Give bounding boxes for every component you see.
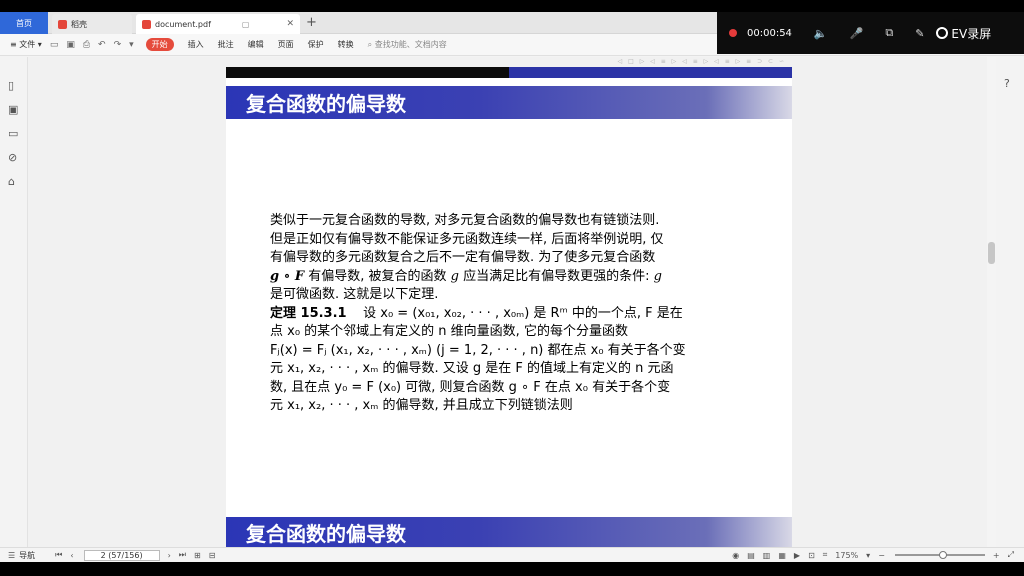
tab-insert[interactable]: 插入	[188, 39, 204, 50]
slide-title-bar: 复合函数的偏导数	[226, 86, 792, 119]
zoom-out-icon[interactable]: −	[878, 551, 885, 560]
scrollbar-thumb[interactable]	[988, 242, 995, 264]
save-icon[interactable]: ▣	[66, 40, 75, 50]
slide-nav-symbols: ◁ □ ▷ ◁ ≡ ▷ ◁ ≡ ▷ ◁ ≡ ▷ ≡ ⊃ ⊂ ∽	[617, 58, 786, 65]
next-slide-title-bar: 复合函数的偏导数	[226, 517, 792, 547]
file-menu[interactable]: ≡ 文件 ▾	[10, 39, 42, 50]
continuous-icon[interactable]: ▦	[778, 551, 786, 560]
composite-symbol: g ∘ F	[270, 268, 305, 284]
status-bar: ☰ 导航 ⏮ ‹ 2 (57/156) › ⏭ ⊞ ⊟ ◉ ▤ ▥ ▦ ▶ ⊡ …	[0, 547, 1024, 562]
page-number-input[interactable]: 2 (57/156)	[83, 549, 160, 561]
tab-protect[interactable]: 保护	[308, 39, 324, 50]
theorem-line: 数, 且在点 y₀ = F (x₀) 可微, 则复合函数 g ∘ F 在点 x₀…	[270, 379, 671, 395]
crop-icon[interactable]: ⌗	[823, 550, 828, 560]
tab-home-label: 首页	[16, 18, 32, 28]
pdf-app-window: 首页 稻壳 document.pdf ▢ ✕ + ≡ 文件 ▾ ▭ ▣ ⎙ ↶ ↷ …	[0, 12, 1024, 562]
record-indicator-icon	[729, 29, 737, 37]
single-page-icon[interactable]: ▤	[747, 551, 755, 560]
nav-panel-icon[interactable]: ☰	[8, 551, 15, 560]
theorem-line: 定理 15.3.1 设 x₀ = (x₀₁, x₀₂, · · · , x₀ₘ)…	[270, 305, 683, 321]
paragraph-line: 类似于一元复合函数的导数, 对多元复合函数的偏导数也有链锁法则.	[270, 213, 660, 228]
pdf-icon	[142, 19, 151, 29]
comment-icon[interactable]: ▭	[8, 127, 18, 140]
folder-icon[interactable]: ▭	[50, 40, 59, 50]
more-icon[interactable]: ▾	[129, 40, 134, 50]
tab-document-label: document.pdf	[155, 19, 211, 29]
tab-convert[interactable]: 转换	[338, 39, 354, 50]
next-pdf-page: 复合函数的偏导数	[226, 499, 792, 547]
pdf-page: ◁ □ ▷ ◁ ≡ ▷ ◁ ≡ ▷ ◁ ≡ ▷ ≡ ⊃ ⊂ ∽ 复合函数的偏导数…	[226, 58, 792, 518]
theorem-label: 定理 15.3.1	[270, 305, 347, 321]
right-sidebar: ?	[996, 57, 1024, 547]
zoom-slider-handle[interactable]	[938, 551, 947, 559]
first-page-icon[interactable]: ⏮	[55, 550, 62, 560]
zoom-value[interactable]: 175%	[835, 551, 858, 560]
tab-docer[interactable]: 稻壳	[52, 14, 132, 34]
zoom-dropdown-icon[interactable]: ▾	[866, 551, 870, 560]
speaker-icon[interactable]: 🔈	[814, 27, 828, 40]
pen-icon[interactable]: ✎	[915, 27, 924, 40]
bookmark-icon[interactable]: ▯	[8, 79, 14, 92]
screen: 首页 稻壳 document.pdf ▢ ✕ + ≡ 文件 ▾ ▭ ▣ ⎙ ↶ ↷ …	[0, 0, 1024, 576]
prev-page-icon[interactable]: ‹	[70, 551, 73, 560]
theorem-line: 元 x₁, x₂, · · · , xₘ 的偏导数. 又设 g 是在 F 的值域…	[270, 361, 674, 376]
vertical-scrollbar[interactable]	[987, 57, 996, 547]
theorem-line: 点 x₀ 的某个邻域上有定义的 n 维向量函数, 它的每个分量函数	[270, 324, 628, 339]
zoom-slider[interactable]	[894, 551, 985, 559]
paragraph-line: 但是正如仅有偏导数不能保证多元函数连续一样, 后面将举例说明, 仅	[270, 231, 664, 247]
new-tab-button[interactable]: +	[306, 15, 317, 30]
menu-icon: ≡	[10, 40, 20, 49]
tab-docer-label: 稻壳	[71, 19, 87, 29]
fit-icon[interactable]: ⊡	[808, 551, 815, 560]
undo-icon[interactable]: ↶	[98, 40, 106, 50]
tab-page[interactable]: 页面	[278, 39, 294, 50]
chevron-down-icon: ▾	[35, 40, 42, 49]
attachment-icon[interactable]: ⊘	[8, 151, 17, 164]
pin-icon[interactable]: ▢	[242, 20, 250, 29]
close-tab-icon[interactable]: ✕	[286, 19, 294, 29]
recorder-brand-label: EV录屏	[951, 26, 992, 41]
nav-label[interactable]: 导航	[19, 550, 35, 561]
next-page-icon[interactable]: ›	[168, 551, 171, 560]
rotate-icon[interactable]: ⊞	[194, 551, 201, 560]
print-icon[interactable]: ⎙	[83, 40, 90, 50]
search-box[interactable]: ⌕ 查找功能、文档内容	[368, 39, 447, 50]
window-icon[interactable]: ⧉	[885, 26, 893, 40]
microphone-icon[interactable]: 🎤	[850, 27, 864, 40]
theorem-line: Fⱼ(x) = Fⱼ (x₁, x₂, · · · , xₘ) (j = 1, …	[270, 342, 686, 358]
slide-body: 类似于一元复合函数的导数, 对多元复合函数的偏导数也有链锁法则. 但是正如仅有偏…	[270, 212, 752, 416]
top-nav-strip	[226, 67, 792, 78]
thumbnail-icon[interactable]: ▣	[8, 103, 18, 116]
paragraph-line: 是可微函数. 这就是以下定理.	[270, 287, 439, 302]
search-placeholder: 查找功能、文档内容	[374, 40, 447, 49]
last-page-icon[interactable]: ⏭	[179, 550, 186, 560]
help-icon[interactable]: ?	[1004, 77, 1010, 90]
recorder-logo-icon	[936, 27, 949, 39]
record-time: 00:00:54	[747, 27, 792, 39]
next-slide-title: 复合函数的偏导数	[246, 521, 406, 546]
docer-icon	[58, 19, 67, 29]
split-icon[interactable]: ⊟	[209, 551, 216, 560]
recorder-overlay: 00:00:54 🔈 🎤 ⧉ ✎ EV录屏	[717, 12, 1024, 54]
double-page-icon[interactable]: ▥	[763, 551, 771, 560]
recorder-brand: EV录屏	[936, 25, 991, 42]
tab-edit[interactable]: 编辑	[248, 39, 264, 50]
tab-home[interactable]: 首页	[0, 12, 48, 34]
theorem-line: 元 x₁, x₂, · · · , xₘ 的偏导数, 并且成立下列链锁法则	[270, 398, 573, 413]
left-sidebar: ▯ ▣ ▭ ⊘ ⌂	[0, 57, 28, 547]
file-menu-label: 文件	[19, 40, 36, 49]
fullscreen-icon[interactable]: ⤢	[1008, 550, 1014, 560]
search-icon: ⌕	[367, 39, 375, 49]
play-icon[interactable]: ▶	[794, 551, 800, 560]
stamp-icon[interactable]: ⌂	[8, 175, 15, 188]
redo-icon[interactable]: ↷	[114, 40, 122, 50]
paragraph-line: g ∘ F 有偏导数, 被复合的函数 g 应当满足比有偏导数更强的条件: g	[270, 268, 662, 284]
paragraph-line: 有偏导数的多元函数复合之后不一定有偏导数. 为了使多元复合函数	[270, 250, 656, 265]
eye-icon[interactable]: ◉	[732, 551, 739, 560]
zoom-in-icon[interactable]: +	[993, 551, 1000, 560]
tab-document[interactable]: document.pdf ▢ ✕	[136, 14, 300, 34]
tab-annotate[interactable]: 批注	[218, 39, 234, 50]
tab-start[interactable]: 开始	[145, 38, 174, 51]
slide-title: 复合函数的偏导数	[246, 92, 406, 116]
